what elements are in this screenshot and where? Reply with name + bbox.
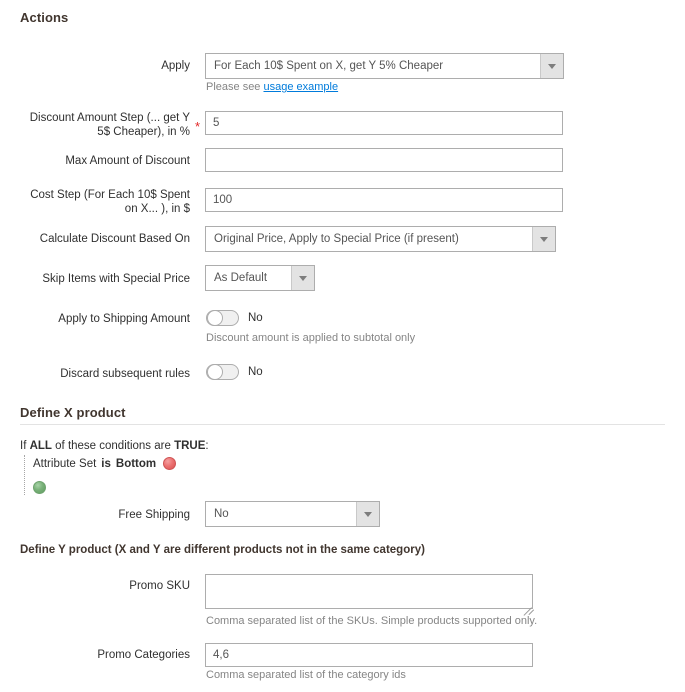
max-amount-of-discount-input[interactable]	[205, 148, 563, 172]
free-shipping-dropdown-button[interactable]	[356, 502, 379, 526]
skip-items-dropdown-button[interactable]	[291, 266, 314, 290]
usage-example-link[interactable]: usage example	[263, 81, 338, 93]
apply-select[interactable]: For Each 10$ Spent on X, get Y 5% Cheape…	[205, 53, 564, 79]
calculate-discount-based-on-select[interactable]: Original Price, Apply to Special Price (…	[205, 226, 556, 252]
conditions-intro-if: If	[20, 440, 27, 452]
toggle-switch-knob	[207, 364, 223, 380]
promo-sku-note: Comma separated list of the SKUs. Simple…	[206, 615, 538, 627]
apply-to-shipping-amount-toggle[interactable]: No	[206, 310, 263, 326]
promo-categories-label: Promo Categories	[97, 649, 190, 661]
promo-categories-input[interactable]	[205, 643, 533, 667]
calculate-discount-dropdown-button[interactable]	[532, 227, 555, 251]
remove-condition-icon[interactable]	[163, 457, 177, 470]
discard-subsequent-rules-state: No	[248, 366, 263, 378]
apply-to-shipping-amount-label: Apply to Shipping Amount	[58, 313, 190, 325]
toggle-switch-knob	[207, 310, 223, 326]
chevron-down-icon	[299, 275, 307, 281]
discard-subsequent-rules-toggle[interactable]: No	[206, 364, 263, 380]
chevron-down-icon	[364, 511, 372, 517]
condition-add-row	[33, 481, 46, 494]
apply-select-value: For Each 10$ Spent on X, get Y 5% Cheape…	[214, 60, 444, 72]
apply-note-text: Please see	[206, 81, 264, 93]
conditions-tree: Attribute Set is Bottom	[24, 455, 324, 495]
apply-label: Apply	[161, 60, 190, 72]
skip-items-with-special-price-label: Skip Items with Special Price	[42, 273, 190, 285]
actions-section-title: Actions	[20, 10, 69, 25]
promo-sku-label: Promo SKU	[129, 580, 190, 592]
promo-rule-actions-form: Actions Apply For Each 10$ Spent on X, g…	[0, 0, 685, 692]
skip-items-with-special-price-select[interactable]: As Default	[205, 265, 315, 291]
add-condition-icon[interactable]	[33, 481, 46, 494]
skip-items-with-special-price-value: As Default	[214, 272, 268, 284]
condition-row: Attribute Set is Bottom	[33, 457, 177, 470]
define-x-divider	[20, 424, 665, 425]
apply-note: Please see usage example	[206, 81, 338, 93]
free-shipping-value: No	[214, 508, 229, 520]
apply-to-shipping-amount-note: Discount amount is applied to subtotal o…	[206, 332, 416, 344]
conditions-intro-mid: of these conditions are	[55, 440, 171, 452]
max-amount-of-discount-label: Max Amount of Discount	[65, 155, 190, 167]
conditions-intro-all[interactable]: ALL	[30, 440, 52, 452]
condition-operator[interactable]: is	[101, 458, 111, 470]
calculate-discount-based-on-label: Calculate Discount Based On	[39, 233, 190, 245]
condition-attribute[interactable]: Attribute Set	[33, 458, 96, 470]
promo-categories-note: Comma separated list of the category ids	[206, 669, 406, 681]
apply-to-shipping-amount-state: No	[248, 312, 263, 324]
toggle-switch-track[interactable]	[206, 310, 239, 326]
conditions-intro-colon: :	[205, 440, 209, 452]
toggle-switch-track[interactable]	[206, 364, 239, 380]
discount-amount-step-required-marker: *	[195, 119, 201, 134]
conditions-intro-true[interactable]: TRUE	[174, 440, 205, 452]
conditions-intro: If ALL of these conditions are TRUE:	[20, 440, 209, 452]
free-shipping-select[interactable]: No	[205, 501, 380, 527]
discount-amount-step-input[interactable]	[205, 111, 563, 135]
chevron-down-icon	[548, 63, 556, 69]
define-y-product-title: Define Y product (X and Y are different …	[20, 544, 425, 556]
condition-value[interactable]: Bottom	[116, 458, 156, 470]
promo-sku-textarea[interactable]	[205, 574, 533, 609]
define-x-product-title: Define X product	[20, 405, 126, 420]
cost-step-label: Cost Step (For Each 10$ Spent on X... ),…	[30, 189, 190, 215]
free-shipping-label: Free Shipping	[118, 509, 190, 521]
chevron-down-icon	[540, 236, 548, 242]
discount-amount-step-label: Discount Amount Step (... get Y 5$ Cheap…	[29, 112, 190, 138]
cost-step-input[interactable]	[205, 188, 563, 212]
discard-subsequent-rules-label: Discard subsequent rules	[60, 368, 190, 380]
apply-select-dropdown-button[interactable]	[540, 54, 563, 78]
calculate-discount-based-on-value: Original Price, Apply to Special Price (…	[214, 233, 459, 245]
